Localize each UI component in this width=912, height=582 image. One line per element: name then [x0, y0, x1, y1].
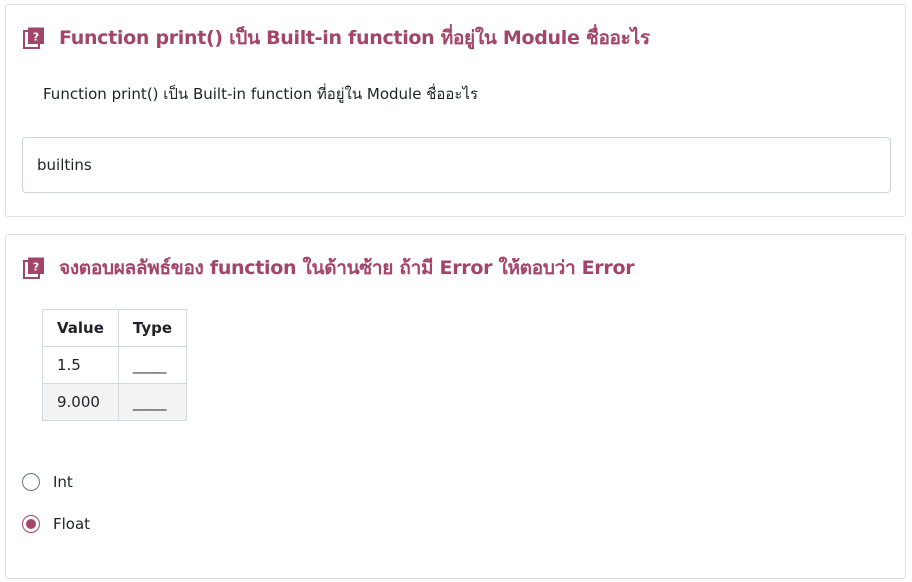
table-row: 9.000 _____ — [42, 383, 188, 421]
question-card-1: ? Function print() เป็น Built-in functio… — [5, 4, 906, 217]
radio-float[interactable] — [22, 515, 40, 533]
table-cell-value: 9.000 — [42, 383, 119, 421]
question-title: Function print() เป็น Built-in function … — [59, 27, 650, 49]
question-header: ? Function print() เป็น Built-in functio… — [23, 23, 650, 53]
table-header-value: Value — [42, 309, 119, 347]
question-book-icon: ? — [23, 27, 45, 49]
table-header-row: Value Type — [42, 309, 188, 347]
table-cell-type: _____ — [117, 346, 188, 384]
radio-int[interactable] — [22, 473, 40, 491]
svg-text:?: ? — [33, 31, 39, 44]
question-book-icon: ? — [23, 257, 45, 279]
option-label: Float — [53, 515, 91, 533]
table-row: 1.5 _____ — [42, 346, 188, 384]
option-float[interactable]: Float — [22, 515, 90, 533]
option-int[interactable]: Int — [22, 473, 73, 491]
radio-selected-dot — [26, 519, 36, 529]
question-text: Function print() เป็น Built-in function … — [43, 85, 479, 103]
table-cell-value: 1.5 — [42, 346, 119, 384]
table-cell-type: _____ — [117, 383, 188, 421]
option-label: Int — [53, 473, 73, 491]
svg-text:?: ? — [33, 261, 39, 274]
table-header-type: Type — [117, 309, 188, 347]
value-type-table: Value Type 1.5 _____ 9.000 _____ — [42, 309, 188, 421]
answer-input[interactable] — [22, 137, 891, 193]
question-header: ? จงตอบผลลัพธ์ของ function ในด้านซ้าย ถ้… — [23, 253, 635, 283]
question-card-2: ? จงตอบผลลัพธ์ของ function ในด้านซ้าย ถ้… — [5, 234, 906, 579]
question-title: จงตอบผลลัพธ์ของ function ในด้านซ้าย ถ้าม… — [59, 257, 635, 279]
